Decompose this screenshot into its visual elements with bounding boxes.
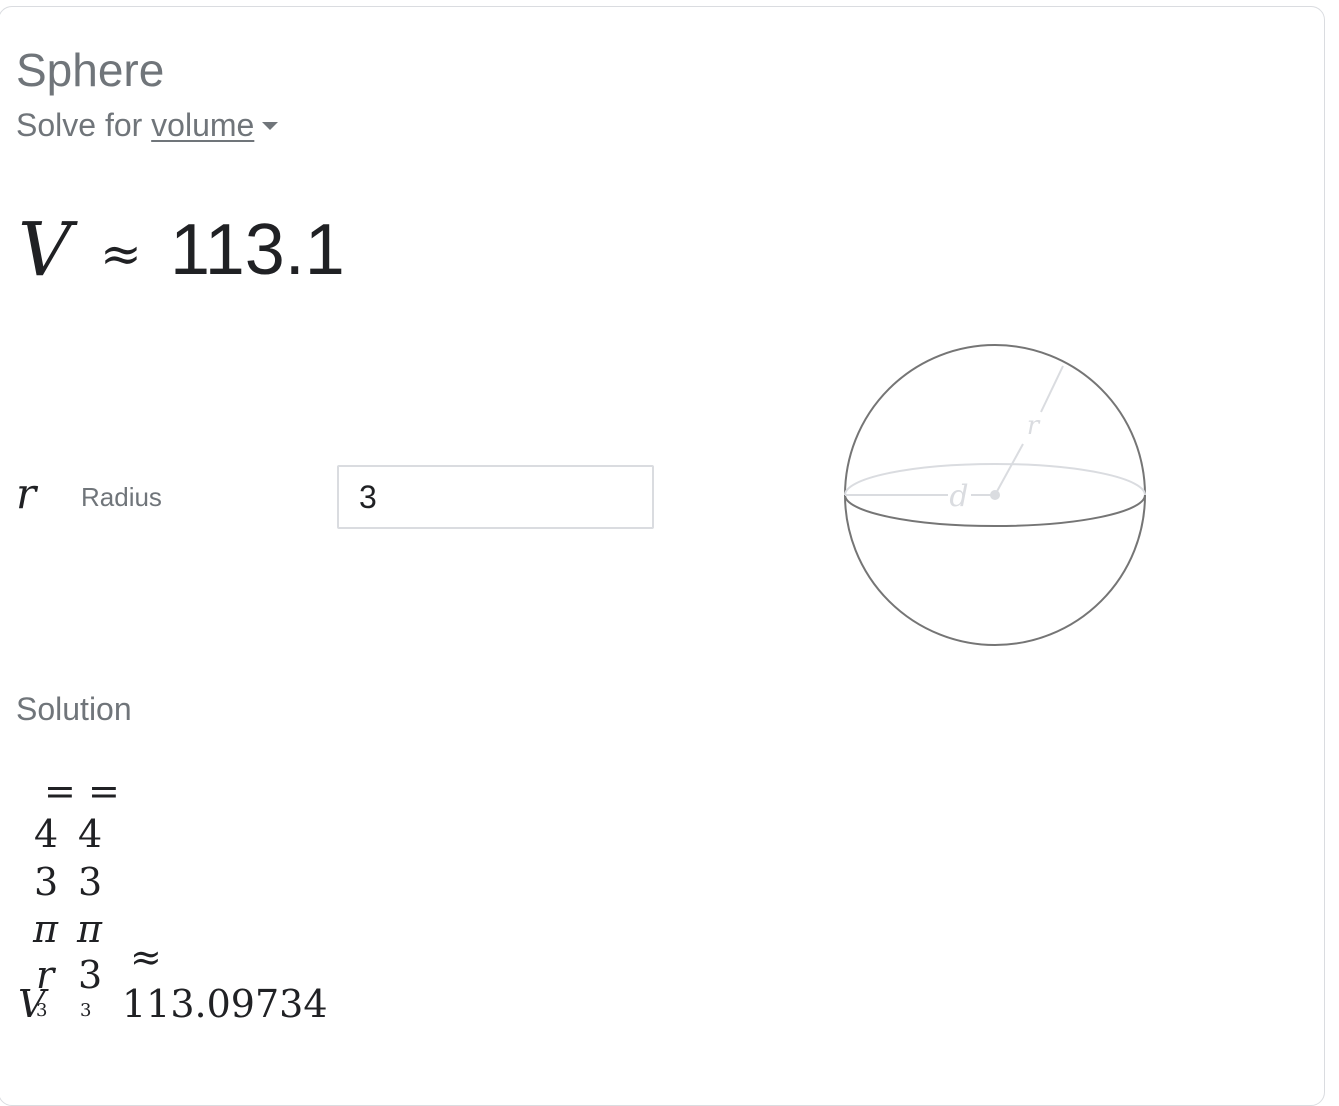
result-variable: V [18, 207, 72, 293]
pi-symbol-2: π [77, 907, 102, 951]
numerator-four-2: 4 [78, 812, 103, 856]
radius-line-lower [994, 443, 1024, 496]
pi-symbol-1: π [33, 907, 58, 951]
solution-heading: Solution [16, 691, 132, 727]
solution-result: 113.09734 [122, 982, 328, 1026]
result-value: 113.1 [170, 210, 345, 290]
approx-symbol-solution: ≈ [130, 935, 162, 979]
solve-for-value[interactable]: volume [151, 107, 254, 143]
radius-diagram-label: r [1027, 411, 1041, 441]
solve-for-row: Solve for volume [16, 104, 279, 146]
equals-sign-1: = [44, 769, 76, 813]
radius-label: Radius [81, 482, 162, 512]
center-point [990, 490, 1000, 500]
approx-symbol: ≈ [100, 225, 142, 283]
radius-line-upper [1040, 365, 1064, 413]
solve-for-label: Solve for [16, 107, 143, 143]
caret-down-icon[interactable] [262, 121, 279, 130]
radius-symbol: r [16, 469, 37, 518]
solution-steps: = = 4 4 3 3 π π r 3 ≈ V 3 3 113.09734 [0, 760, 400, 1040]
calculator-title: Sphere [16, 44, 165, 96]
diameter-label: d [949, 479, 968, 514]
sphere-diagram: d r [844, 344, 1146, 646]
solve-for-dropdown[interactable]: volume [151, 104, 279, 146]
denominator-three-2: 3 [78, 860, 103, 904]
exponent-2: 3 [80, 1000, 92, 1021]
radius-value: 3 [78, 953, 103, 997]
radius-input[interactable] [337, 465, 654, 529]
denominator-three-1: 3 [34, 860, 59, 904]
equals-sign-2: = [88, 769, 120, 813]
exponent-1: 3 [36, 1000, 48, 1021]
numerator-four-1: 4 [34, 812, 59, 856]
